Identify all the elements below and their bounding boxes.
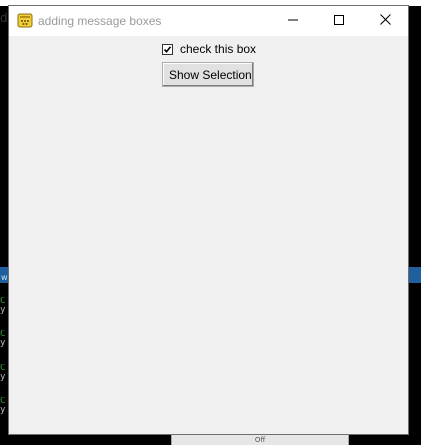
background-window-text: d (0, 11, 8, 25)
maximize-button[interactable] (316, 6, 362, 36)
app-window: adding message boxes check this box Show… (8, 5, 409, 435)
title-bar[interactable]: adding message boxes (9, 6, 408, 36)
background-console-line: C (0, 297, 6, 306)
checkbox-label[interactable]: check this box (180, 42, 256, 56)
background-console-line: C (0, 397, 6, 406)
checkbox-row[interactable]: check this box (162, 42, 256, 56)
checkmark-icon (163, 45, 172, 53)
window-title: adding message boxes (38, 14, 162, 28)
show-selection-button[interactable]: Show Selection (162, 62, 254, 87)
app-feather-icon (17, 13, 33, 28)
background-console-line: y (0, 306, 6, 315)
background-console-line: y (0, 339, 6, 348)
minimize-icon (288, 12, 298, 30)
background-tab: Off (171, 435, 349, 445)
background-console-line: C (0, 330, 6, 339)
background-console-line: y (0, 406, 6, 415)
check-this-box-checkbox[interactable] (162, 43, 173, 55)
background-selection-band-left: w (0, 267, 8, 283)
background-selection-band-right (409, 267, 421, 283)
background-console-line: C (0, 364, 6, 373)
close-button[interactable] (362, 6, 408, 36)
background-console-line: y (0, 373, 6, 382)
background-band-text: w (1, 273, 8, 282)
minimize-button[interactable] (270, 6, 316, 36)
window-client-area: check this box Show Selection (9, 36, 408, 434)
close-icon (379, 12, 391, 30)
maximize-icon (334, 12, 344, 30)
